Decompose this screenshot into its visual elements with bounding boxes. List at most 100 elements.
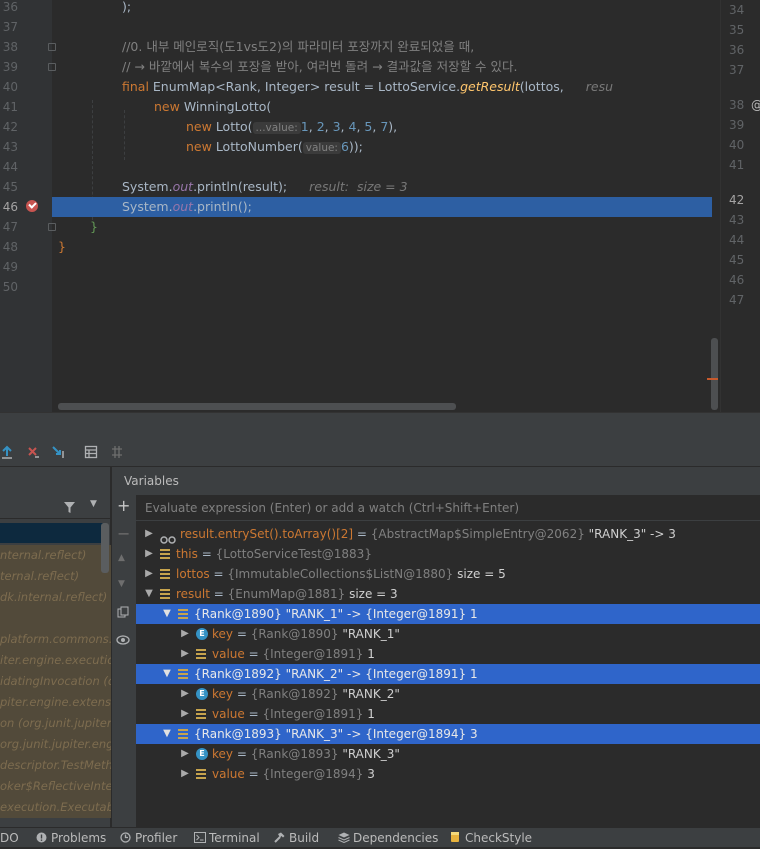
chevron-right-icon[interactable]: ▶ bbox=[144, 564, 154, 584]
variable-row[interactable]: ▶ Ekey = {Rank@1893} "RANK_3" bbox=[136, 744, 760, 764]
stack-frame[interactable] bbox=[0, 608, 111, 629]
evaluate-expression-input[interactable]: Evaluate expression (Enter) or add a wat… bbox=[136, 495, 760, 521]
chevron-right-icon[interactable]: ▶ bbox=[144, 544, 154, 564]
chevron-right-icon[interactable]: ▶ bbox=[180, 644, 190, 664]
fold-marker-icon[interactable] bbox=[48, 43, 56, 51]
variable-name: value bbox=[212, 767, 245, 781]
stack-frame[interactable]: execution.Executabl bbox=[0, 797, 111, 818]
checkstyle-tab[interactable]: CheckStyle bbox=[450, 828, 532, 848]
field-icon bbox=[196, 769, 206, 779]
copy-icon[interactable] bbox=[117, 603, 129, 622]
remove-watch-icon[interactable]: − bbox=[117, 526, 130, 542]
stack-frame[interactable]: nternal.reflect) bbox=[0, 545, 111, 566]
chevron-down-icon[interactable]: ▼ bbox=[162, 724, 172, 744]
step-out-icon[interactable] bbox=[0, 443, 16, 461]
variable-row[interactable]: ▶ value = {Integer@1891} 1 bbox=[136, 644, 760, 664]
variable-row[interactable]: ▼ {Rank@1893} "RANK_3" -> {Integer@1894} … bbox=[136, 724, 760, 744]
variable-ref: {Integer@1894} bbox=[262, 767, 364, 781]
move-up-icon[interactable]: ▲ bbox=[118, 553, 125, 563]
terminal-tab[interactable]: Terminal bbox=[194, 828, 260, 848]
code-line[interactable]: final EnumMap<Rank, Integer> result = Lo… bbox=[58, 77, 718, 97]
view-options-icon[interactable] bbox=[116, 631, 132, 650]
stack-frame[interactable]: org.junit.jupiter.engin bbox=[0, 734, 111, 755]
variable-text: value = {Integer@1894} 3 bbox=[212, 764, 375, 784]
variable-row[interactable]: ▶ Ekey = {Rank@1890} "RANK_1" bbox=[136, 624, 760, 644]
variable-ref: {Integer@1891} bbox=[262, 647, 364, 661]
chevron-down-icon[interactable]: ▼ bbox=[162, 664, 172, 684]
frames-filter-bar: ▼ bbox=[0, 495, 111, 519]
chevron-down-icon[interactable]: ▼ bbox=[144, 584, 154, 604]
frames-scrollbar[interactable] bbox=[101, 523, 109, 573]
variable-text: {Rank@1893} "RANK_3" -> {Integer@1894} 3 bbox=[194, 724, 478, 744]
code-text: , bbox=[393, 119, 398, 134]
code-line[interactable]: //0. 내부 메인로직(도1vs도2)의 파라미터 포장까지 완료되었을 때, bbox=[58, 37, 718, 57]
scroll-marker[interactable] bbox=[707, 378, 718, 380]
chevron-right-icon[interactable]: ▶ bbox=[180, 624, 190, 644]
code-line[interactable]: ); bbox=[58, 0, 718, 17]
variable-equals: = bbox=[209, 567, 228, 581]
stack-frame[interactable]: platform.commons.u bbox=[0, 629, 111, 650]
chevron-right-icon[interactable]: ▶ bbox=[180, 764, 190, 784]
variable-row[interactable]: ▶ value = {Integer@1894} 3 bbox=[136, 764, 760, 784]
fold-marker-icon[interactable] bbox=[48, 63, 56, 71]
code-line[interactable]: new Lotto(...value: 1, 2, 3, 4, 5, 7), bbox=[58, 117, 718, 137]
add-watch-icon[interactable]: + bbox=[117, 498, 130, 514]
chevron-right-icon[interactable]: ▶ bbox=[180, 704, 190, 724]
variable-row[interactable]: ▶ value = {Integer@1891} 1 bbox=[136, 704, 760, 724]
variable-name: key bbox=[212, 747, 234, 761]
profiler-tab[interactable]: Profiler bbox=[120, 828, 177, 848]
variable-row[interactable]: ▼ {Rank@1892} "RANK_2" -> {Integer@1891} … bbox=[136, 664, 760, 684]
stack-frame[interactable]: descriptor.TestMeth bbox=[0, 755, 111, 776]
stack-frame[interactable]: idatingInvocation (or bbox=[0, 671, 111, 692]
chevron-down-icon[interactable]: ▼ bbox=[162, 604, 172, 624]
debug-toolbar bbox=[0, 438, 760, 467]
code-editor[interactable]: 36 37 38 39 40 41 42 43 44 45 46 47 48 4… bbox=[0, 0, 760, 412]
trace-over-icon[interactable] bbox=[108, 443, 126, 461]
vertical-scrollbar[interactable] bbox=[711, 338, 718, 410]
drop-frame-icon[interactable] bbox=[24, 443, 42, 461]
variable-row[interactable]: ▼ result = {EnumMap@1881} size = 3 bbox=[136, 584, 760, 604]
run-to-cursor-icon[interactable] bbox=[50, 443, 68, 461]
code-line[interactable]: } bbox=[58, 217, 718, 237]
stack-frame[interactable]: on (org.junit.jupiter. bbox=[0, 713, 111, 734]
move-down-icon[interactable]: ▼ bbox=[118, 579, 125, 589]
code-line[interactable]: new WinningLotto( bbox=[58, 97, 718, 117]
stack-frame[interactable]: oker$ReflectiveInterc bbox=[0, 776, 111, 797]
variable-row[interactable]: ▶ this = {LottoServiceTest@1883} bbox=[136, 544, 760, 564]
fold-marker-icon[interactable] bbox=[48, 223, 56, 231]
horizontal-scrollbar[interactable] bbox=[58, 403, 456, 410]
selected-frame[interactable] bbox=[0, 523, 103, 543]
variable-row[interactable]: ▶ result.entrySet().toArray()[2] = {Abstr… bbox=[136, 524, 760, 544]
current-execution-line[interactable]: System.out.println(); bbox=[52, 197, 712, 217]
code-line[interactable]: // → 바깥에서 복수의 포장을 받아, 여러번 돌려 → 결과값을 저장할 … bbox=[58, 57, 718, 77]
code-text: .println(result); bbox=[193, 179, 288, 194]
evaluate-expression-icon[interactable] bbox=[82, 443, 100, 461]
code-static: out bbox=[172, 199, 194, 214]
code-line[interactable]: System.out.println(result); result: size … bbox=[58, 177, 718, 197]
stack-frame[interactable]: iter.engine.execution) bbox=[0, 650, 111, 671]
variable-row[interactable]: ▶ lottos = {ImmutableCollections$ListN@18… bbox=[136, 564, 760, 584]
code-line[interactable]: } bbox=[58, 237, 718, 257]
filter-icon[interactable] bbox=[63, 499, 76, 518]
variable-text: value = {Integer@1891} 1 bbox=[212, 704, 375, 724]
chevron-right-icon[interactable]: ▶ bbox=[180, 684, 190, 704]
variable-row[interactable]: ▼ {Rank@1890} "RANK_1" -> {Integer@1891} … bbox=[136, 604, 760, 624]
stack-frame[interactable]: dk.internal.reflect) bbox=[0, 587, 111, 608]
code-line[interactable]: new LottoNumber(value: 6)); bbox=[58, 137, 718, 157]
stack-frame[interactable]: piter.engine.extensio bbox=[0, 692, 111, 713]
breakpoint-icon[interactable] bbox=[26, 200, 38, 212]
variable-name: key bbox=[212, 687, 234, 701]
chevron-right-icon[interactable]: ▶ bbox=[180, 744, 190, 764]
build-tab[interactable]: Build bbox=[274, 828, 319, 848]
variable-text: key = {Rank@1892} "RANK_2" bbox=[212, 684, 400, 704]
dependencies-tab[interactable]: Dependencies bbox=[338, 828, 438, 848]
todo-tab[interactable]: DO bbox=[0, 828, 19, 848]
line-number-gutter[interactable]: 36 37 38 39 40 41 42 43 44 45 46 47 48 4… bbox=[0, 0, 56, 412]
variable-row[interactable]: ▶ Ekey = {Rank@1892} "RANK_2" bbox=[136, 684, 760, 704]
chevron-right-icon[interactable]: ▶ bbox=[144, 524, 154, 544]
code-method: getResult bbox=[460, 79, 520, 94]
chevron-down-icon[interactable]: ▼ bbox=[90, 499, 97, 509]
stack-frame[interactable]: ternal.reflect) bbox=[0, 566, 111, 587]
code-text: LottoNumber( bbox=[211, 139, 303, 154]
problems-tab[interactable]: Problems bbox=[36, 828, 106, 848]
